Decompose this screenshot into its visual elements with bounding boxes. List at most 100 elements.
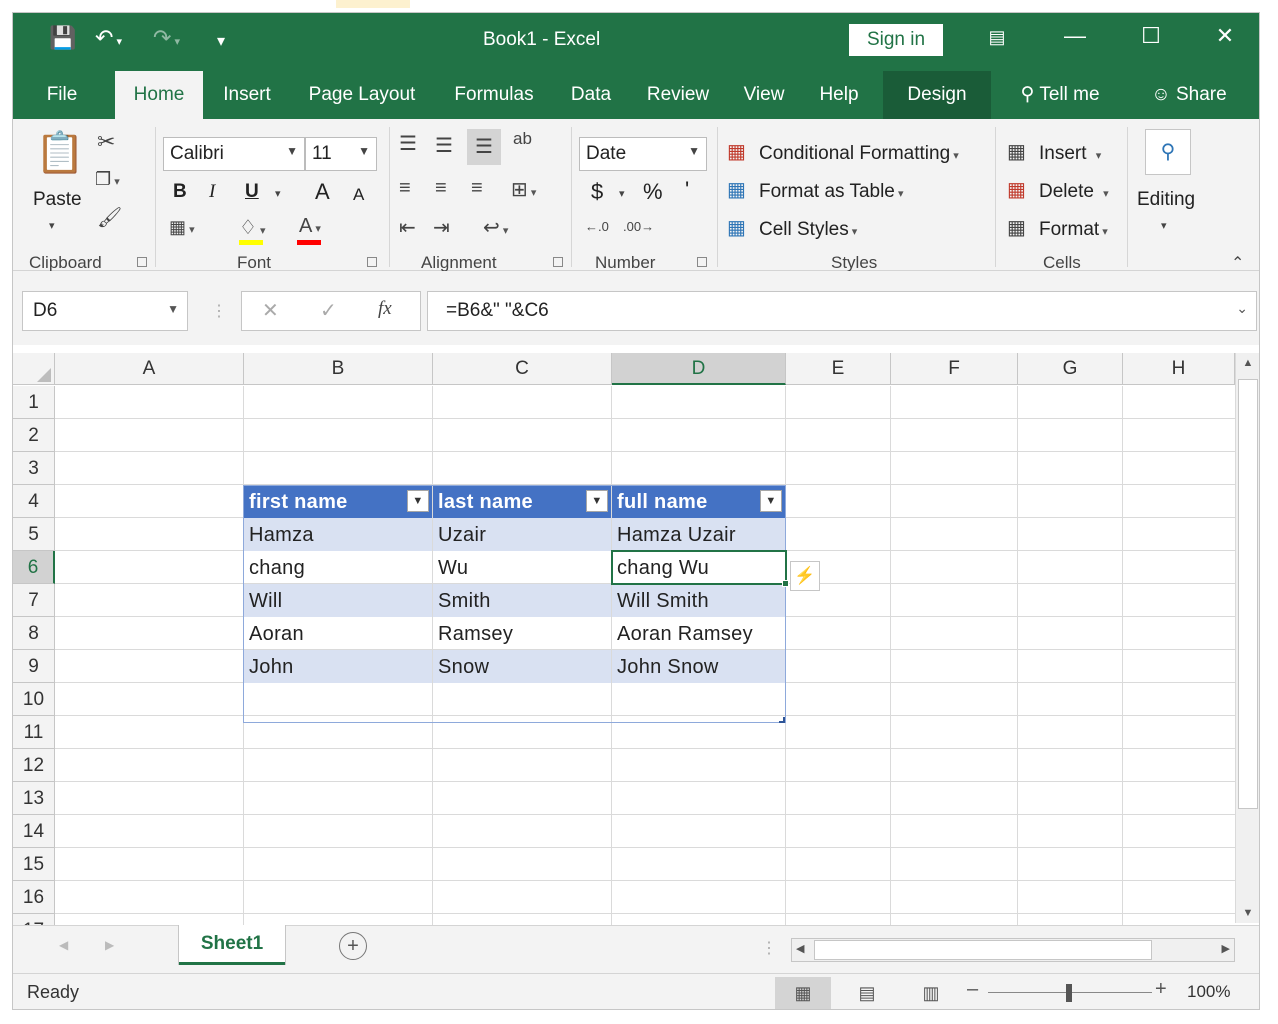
collapse-ribbon-icon[interactable]: ⌃ xyxy=(1231,253,1244,273)
alignment-launcher-icon[interactable] xyxy=(553,257,563,267)
column-header-c[interactable]: C xyxy=(433,353,612,385)
filter-dropdown-icon[interactable]: ▼ xyxy=(586,490,608,512)
fill-color-icon[interactable]: ♢ ▾ xyxy=(239,215,266,240)
format-as-table-button[interactable]: Format as Table ▾ xyxy=(759,181,903,203)
column-header-a[interactable]: A xyxy=(55,353,244,385)
table-cell[interactable]: John xyxy=(244,650,432,683)
tab-file[interactable]: File xyxy=(33,71,91,119)
font-color-icon[interactable]: A ▾ xyxy=(299,215,321,238)
comma-button[interactable]: ' xyxy=(685,177,689,203)
conditional-formatting-button[interactable]: Conditional Formatting ▾ xyxy=(759,143,959,165)
table-cell[interactable]: Wu xyxy=(433,551,611,584)
table-cell[interactable]: Hamza Uzair xyxy=(612,518,785,551)
row-header-11[interactable]: 11 xyxy=(13,716,55,749)
top-align-icon[interactable]: ☰ xyxy=(399,131,417,156)
autofill-options-lightning-icon[interactable]: ⚡ xyxy=(790,561,820,591)
currency-dropdown-icon[interactable]: ▾ xyxy=(619,187,625,200)
format-painter-icon[interactable]: 🖌 xyxy=(97,205,122,230)
middle-align-icon[interactable]: ☰ xyxy=(435,133,453,158)
worksheet-grid[interactable]: A B C D E F G H 123456789101112131415161… xyxy=(13,345,1259,925)
normal-view-icon[interactable]: ▦ xyxy=(775,977,831,1009)
scroll-right-arrow-icon[interactable]: ▶ xyxy=(1222,942,1230,955)
share-button[interactable]: ☺ Share xyxy=(1139,71,1239,119)
table-header-full-name[interactable]: full name ▼ xyxy=(612,485,785,518)
increase-decimal-icon[interactable]: ←.0 xyxy=(585,219,609,234)
column-header-d[interactable]: D xyxy=(612,353,786,385)
row-header-9[interactable]: 9 xyxy=(13,650,55,683)
insert-function-button[interactable]: fx xyxy=(378,298,392,320)
paste-dropdown-icon[interactable]: ▾ xyxy=(49,219,55,232)
row-header-4[interactable]: 4 xyxy=(13,485,55,518)
maximize-icon[interactable]: ☐ xyxy=(1131,23,1171,49)
number-launcher-icon[interactable] xyxy=(697,257,707,267)
editing-dropdown-icon[interactable]: ▾ xyxy=(1161,219,1167,232)
font-launcher-icon[interactable] xyxy=(367,257,377,267)
redo-icon[interactable]: ↷ ▾ xyxy=(153,25,180,51)
column-header-f[interactable]: F xyxy=(891,353,1018,385)
minimize-icon[interactable]: — xyxy=(1055,23,1095,49)
wrap-text-icon[interactable]: ↩ ▾ xyxy=(483,215,508,240)
save-icon[interactable]: 💾 xyxy=(49,25,76,51)
table-cell[interactable]: Aoran xyxy=(244,617,432,650)
tab-splitter-icon[interactable]: ⋮ xyxy=(761,938,777,958)
increase-indent-icon[interactable]: ⇥ xyxy=(433,215,450,240)
page-break-view-icon[interactable]: ▥ xyxy=(903,977,959,1009)
tab-insert[interactable]: Insert xyxy=(211,71,283,119)
table-cell[interactable]: Hamza xyxy=(244,518,432,551)
filter-dropdown-icon[interactable]: ▼ xyxy=(760,490,782,512)
zoom-slider-knob[interactable] xyxy=(1066,984,1072,1002)
copy-icon[interactable]: ❐ ▾ xyxy=(95,169,120,190)
font-name-combo[interactable]: Calibri ▼ xyxy=(163,137,305,171)
row-header-13[interactable]: 13 xyxy=(13,782,55,815)
tab-page-layout[interactable]: Page Layout xyxy=(297,71,427,119)
row-header-1[interactable]: 1 xyxy=(13,386,55,419)
row-header-5[interactable]: 5 xyxy=(13,518,55,551)
borders-icon[interactable]: ▦ ▾ xyxy=(169,217,195,238)
currency-button[interactable]: $ xyxy=(591,179,603,205)
page-layout-view-icon[interactable]: ▤ xyxy=(839,977,895,1009)
row-header-12[interactable]: 12 xyxy=(13,749,55,782)
tell-me-search[interactable]: ⚲ Tell me xyxy=(1005,71,1115,119)
table-cell[interactable]: Smith xyxy=(433,584,611,617)
align-center-icon[interactable]: ≡ xyxy=(435,177,447,200)
table-cell[interactable]: John Snow xyxy=(612,650,785,683)
column-header-e[interactable]: E xyxy=(786,353,891,385)
sheet-tab-sheet1[interactable]: Sheet1 xyxy=(179,925,285,965)
next-sheet-arrow-icon[interactable]: ▶ xyxy=(105,938,114,952)
undo-icon[interactable]: ↶ ▾ xyxy=(95,25,122,51)
confirm-entry-icon[interactable]: ✓ xyxy=(320,298,337,323)
ribbon-display-options-icon[interactable]: ▤ xyxy=(977,27,1017,48)
bottom-align-icon[interactable]: ☰ xyxy=(467,129,501,165)
cancel-entry-icon[interactable]: ✕ xyxy=(262,298,279,323)
format-cells-button[interactable]: Format ▾ xyxy=(1039,219,1108,241)
insert-cells-button[interactable]: Insert ▾ xyxy=(1039,143,1101,165)
decrease-indent-icon[interactable]: ⇤ xyxy=(399,215,416,240)
row-header-6[interactable]: 6 xyxy=(13,551,55,584)
grow-font-button[interactable]: A xyxy=(315,179,330,205)
formula-bar-splitter-icon[interactable]: ⋮ xyxy=(211,301,227,321)
percent-button[interactable]: % xyxy=(643,179,663,205)
tab-design[interactable]: Design xyxy=(883,71,991,119)
previous-sheet-arrow-icon[interactable]: ◀ xyxy=(59,938,68,952)
bold-button[interactable]: B xyxy=(173,181,187,203)
cell-styles-button[interactable]: Cell Styles ▾ xyxy=(759,219,857,241)
close-icon[interactable]: ✕ xyxy=(1205,23,1245,49)
scroll-left-arrow-icon[interactable]: ◀ xyxy=(796,942,804,955)
merge-center-icon[interactable]: ⊞ ▾ xyxy=(511,177,536,202)
row-header-3[interactable]: 3 xyxy=(13,452,55,485)
table-cell[interactable]: Will xyxy=(244,584,432,617)
row-header-17[interactable]: 17 xyxy=(13,914,55,925)
search-icon[interactable]: ⚲ xyxy=(1145,129,1191,175)
number-format-combo[interactable]: Date ▼ xyxy=(579,137,707,171)
editing-button[interactable]: Editing xyxy=(1137,189,1195,211)
orientation-icon[interactable]: ab xyxy=(513,129,532,149)
row-header-14[interactable]: 14 xyxy=(13,815,55,848)
new-sheet-plus-icon[interactable]: + xyxy=(339,932,367,960)
column-header-h[interactable]: H xyxy=(1123,353,1235,385)
horizontal-scrollbar[interactable]: ◀ ▶ xyxy=(791,938,1235,962)
table-cell[interactable]: Aoran Ramsey xyxy=(612,617,785,650)
tab-view[interactable]: View xyxy=(733,71,795,119)
row-header-7[interactable]: 7 xyxy=(13,584,55,617)
table-cell[interactable]: Snow xyxy=(433,650,611,683)
underline-dropdown-icon[interactable]: ▾ xyxy=(275,187,281,200)
